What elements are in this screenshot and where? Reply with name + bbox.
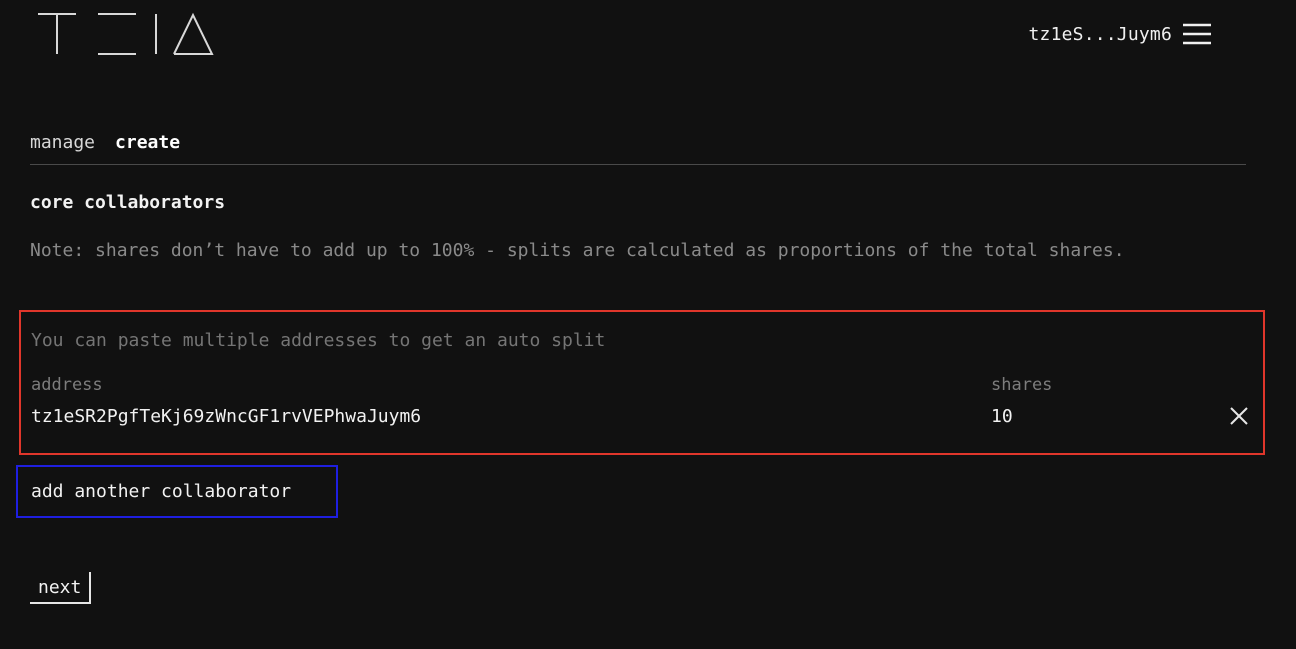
tab-bar: manage create	[30, 132, 1246, 165]
paste-addresses-input[interactable]	[31, 330, 991, 351]
collaborator-shares-input[interactable]	[991, 406, 1151, 427]
shares-column-label: shares	[991, 375, 1053, 395]
collaborator-address-input[interactable]	[31, 406, 931, 427]
shares-note: Note: shares don’t have to add up to 100…	[30, 240, 1125, 261]
add-collaborator-button[interactable]: add another collaborator	[16, 465, 338, 518]
teia-logo[interactable]	[36, 12, 216, 56]
hamburger-menu-icon[interactable]	[1182, 22, 1212, 46]
wallet-menu: tz1eS...Juym6	[1029, 22, 1212, 46]
tab-manage[interactable]: manage	[30, 132, 95, 153]
close-icon[interactable]	[1227, 404, 1251, 428]
section-title: core collaborators	[30, 192, 226, 213]
collaborators-form: address shares	[19, 310, 1265, 455]
wallet-address[interactable]: tz1eS...Juym6	[1029, 24, 1172, 45]
address-column-label: address	[31, 375, 103, 395]
page: tz1eS...Juym6 manage create core collabo…	[0, 0, 1296, 649]
next-button[interactable]: next	[30, 572, 92, 604]
tab-create[interactable]: create	[115, 132, 180, 153]
